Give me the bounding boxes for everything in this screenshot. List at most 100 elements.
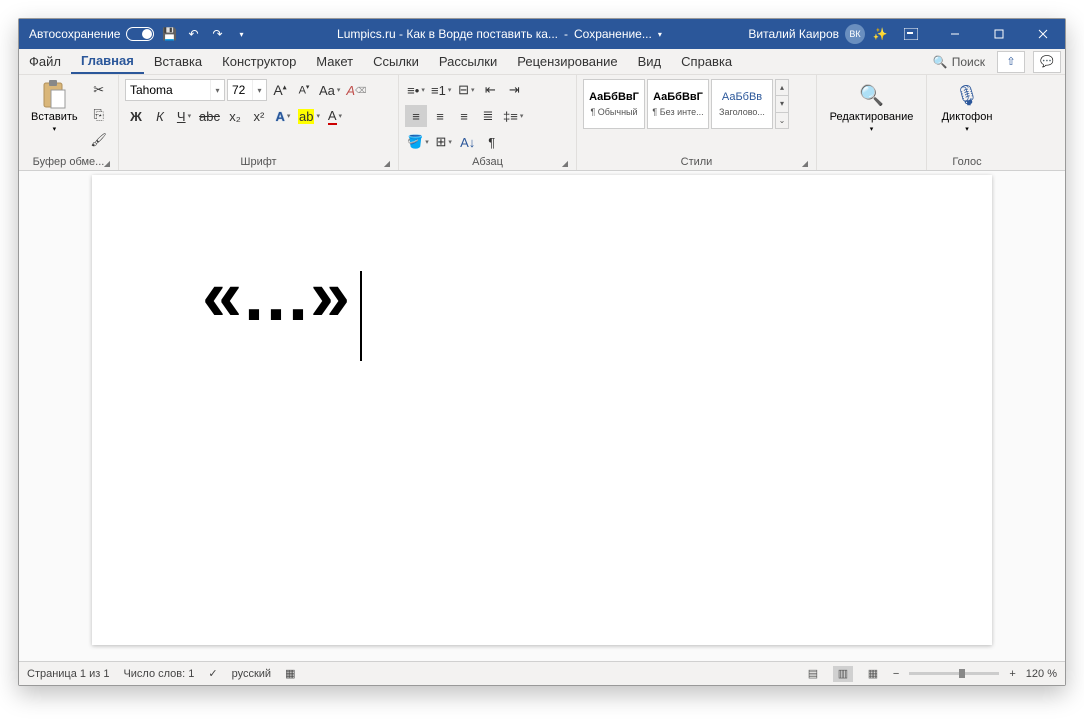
- dialog-launcher-icon[interactable]: ◢: [104, 159, 110, 168]
- dialog-launcher-icon[interactable]: ◢: [802, 159, 808, 168]
- strikethrough-button[interactable]: abc: [197, 105, 222, 127]
- tab-layout[interactable]: Макет: [306, 49, 363, 74]
- font-group-label: Шрифт: [240, 156, 276, 168]
- document-area[interactable]: «...»: [19, 171, 1065, 661]
- ribbon: Вставить ▾ ✂ ⎘ 🖌 Буфер обме...◢ ▾: [19, 75, 1065, 171]
- web-layout-button[interactable]: ▦: [863, 666, 883, 682]
- paste-button[interactable]: Вставить ▾: [25, 79, 84, 135]
- style-heading1[interactable]: АаБбВв Заголово...: [711, 79, 773, 129]
- underline-button[interactable]: Ч: [173, 105, 195, 127]
- font-size-input[interactable]: [228, 80, 252, 100]
- language-indicator[interactable]: русский: [232, 668, 271, 680]
- read-mode-button[interactable]: ▤: [803, 666, 823, 682]
- tab-insert[interactable]: Вставка: [144, 49, 212, 74]
- search-box[interactable]: 🔍 Поиск: [925, 55, 993, 69]
- align-right-button[interactable]: ≡: [453, 105, 475, 127]
- grow-font-button[interactable]: A▴: [269, 79, 291, 101]
- shading-button[interactable]: 🪣: [405, 131, 431, 153]
- italic-button[interactable]: К: [149, 105, 171, 127]
- shrink-font-button[interactable]: A▾: [293, 79, 315, 101]
- clear-format-button[interactable]: A⌫: [344, 79, 368, 101]
- style-normal[interactable]: АаБбВвГ ¶ Обычный: [583, 79, 645, 129]
- share-button[interactable]: ⇧: [997, 51, 1025, 73]
- change-case-button[interactable]: Aa: [317, 79, 342, 101]
- subscript-button[interactable]: x₂: [224, 105, 246, 127]
- undo-icon[interactable]: ↶: [184, 25, 202, 43]
- print-layout-button[interactable]: ▥: [833, 666, 853, 682]
- dictate-button[interactable]: 🎙 Диктофон ▾: [936, 79, 999, 135]
- search-icon: 🔍: [857, 81, 885, 109]
- maximize-button[interactable]: [977, 19, 1021, 49]
- justify-button[interactable]: ≣: [477, 105, 499, 127]
- tab-review[interactable]: Рецензирование: [507, 49, 627, 74]
- coming-soon-icon[interactable]: ✨: [871, 25, 889, 43]
- dialog-launcher-icon[interactable]: ◢: [384, 159, 390, 168]
- text-effects-button[interactable]: A: [272, 105, 294, 127]
- font-color-button[interactable]: A: [324, 105, 346, 127]
- editing-button[interactable]: 🔍 Редактирование ▾: [824, 79, 920, 135]
- style-down-icon[interactable]: ▾: [776, 96, 788, 112]
- avatar: ВК: [845, 24, 865, 44]
- tab-help[interactable]: Справка: [671, 49, 742, 74]
- tab-file[interactable]: Файл: [19, 49, 71, 74]
- style-gallery-nav[interactable]: ▴ ▾ ⌄: [775, 79, 789, 129]
- bold-button[interactable]: Ж: [125, 105, 147, 127]
- tab-references[interactable]: Ссылки: [363, 49, 429, 74]
- autosave-label: Автосохранение: [29, 27, 120, 41]
- word-count[interactable]: Число слов: 1: [123, 668, 194, 680]
- tab-design[interactable]: Конструктор: [212, 49, 306, 74]
- page-indicator[interactable]: Страница 1 из 1: [27, 668, 109, 680]
- show-marks-button[interactable]: ¶: [481, 131, 503, 153]
- ribbon-tabs: Файл Главная Вставка Конструктор Макет С…: [19, 49, 1065, 75]
- align-center-button[interactable]: ≡: [429, 105, 451, 127]
- multilevel-icon: ⊟: [458, 82, 469, 98]
- zoom-level[interactable]: 120 %: [1026, 668, 1057, 680]
- align-left-button[interactable]: ≡: [405, 105, 427, 127]
- font-name-input[interactable]: [126, 80, 210, 100]
- superscript-button[interactable]: x²: [248, 105, 270, 127]
- numbering-button[interactable]: ≡1: [429, 79, 453, 101]
- tab-view[interactable]: Вид: [628, 49, 672, 74]
- proofing-icon[interactable]: ✓: [208, 667, 217, 680]
- comment-icon: 💬: [1040, 55, 1054, 68]
- increase-indent-button[interactable]: ⇥: [503, 79, 525, 101]
- word-window: Автосохранение 💾 ↶ ↷ ▾ Lumpics.ru - Как …: [18, 18, 1066, 686]
- indent-icon: ⇥: [509, 82, 520, 98]
- highlight-button[interactable]: ab: [296, 105, 322, 127]
- tab-home[interactable]: Главная: [71, 49, 144, 74]
- style-more-icon[interactable]: ⌄: [776, 113, 788, 128]
- scissors-icon: ✂: [93, 82, 104, 98]
- macro-icon[interactable]: ▦: [285, 667, 295, 680]
- zoom-out-button[interactable]: −: [893, 668, 899, 680]
- ribbon-display-icon[interactable]: [889, 19, 933, 49]
- style-no-spacing[interactable]: АаБбВвГ ¶ Без инте...: [647, 79, 709, 129]
- document-text[interactable]: «...»: [202, 255, 352, 337]
- line-spacing-button[interactable]: ‡≡: [501, 105, 525, 127]
- zoom-slider[interactable]: [909, 672, 999, 675]
- comments-button[interactable]: 💬: [1033, 51, 1061, 73]
- qat-customize-icon[interactable]: ▾: [232, 25, 250, 43]
- bullets-button[interactable]: ≡•: [405, 79, 427, 101]
- borders-button[interactable]: ⊞: [433, 131, 455, 153]
- redo-icon[interactable]: ↷: [208, 25, 226, 43]
- page[interactable]: «...»: [92, 175, 992, 645]
- minimize-button[interactable]: [933, 19, 977, 49]
- autosave-toggle[interactable]: [126, 27, 154, 41]
- format-painter-button[interactable]: 🖌: [88, 129, 110, 151]
- close-button[interactable]: [1021, 19, 1065, 49]
- zoom-in-button[interactable]: +: [1009, 668, 1015, 680]
- sort-button[interactable]: A↓: [457, 131, 479, 153]
- save-icon[interactable]: 💾: [160, 25, 178, 43]
- multilevel-button[interactable]: ⊟: [455, 79, 477, 101]
- cut-button[interactable]: ✂: [88, 79, 110, 101]
- tab-mailings[interactable]: Рассылки: [429, 49, 507, 74]
- style-up-icon[interactable]: ▴: [776, 80, 788, 96]
- font-name-combo[interactable]: ▾: [125, 79, 225, 101]
- group-clipboard: Вставить ▾ ✂ ⎘ 🖌 Буфер обме...◢: [19, 75, 119, 170]
- font-size-combo[interactable]: ▾: [227, 79, 267, 101]
- dialog-launcher-icon[interactable]: ◢: [562, 159, 568, 168]
- decrease-indent-button[interactable]: ⇤: [479, 79, 501, 101]
- user-name: Виталий Каиров: [748, 27, 839, 41]
- user-account[interactable]: Виталий Каиров ВК: [748, 24, 871, 44]
- copy-button[interactable]: ⎘: [88, 104, 110, 126]
